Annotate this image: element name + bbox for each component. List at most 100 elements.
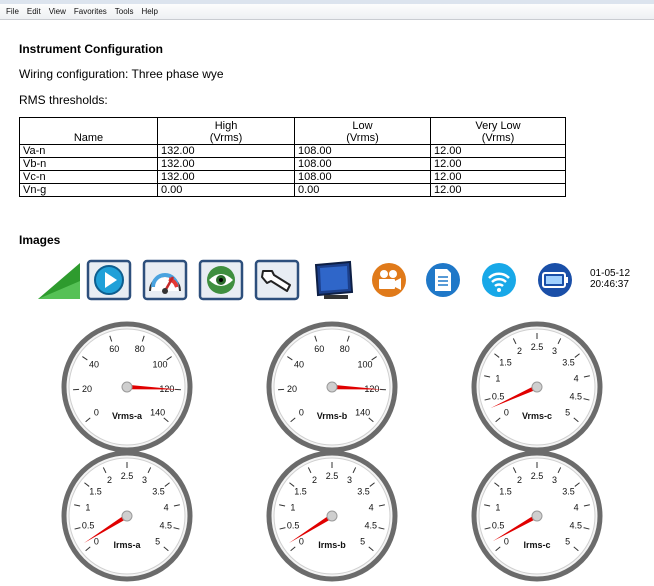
gauge-tick-label: 0.5 [492, 521, 505, 531]
gauge-tick-label: 4.5 [570, 521, 583, 531]
menu-view[interactable]: View [49, 7, 66, 16]
menu-file[interactable]: File [6, 7, 19, 16]
gauge-tick-label: 4.5 [365, 521, 378, 531]
menu-favorites[interactable]: Favorites [74, 7, 107, 16]
eye-icon[interactable] [198, 259, 244, 301]
gauge-tick-label: 2.5 [121, 471, 134, 481]
menu-edit[interactable]: Edit [27, 7, 41, 16]
gauge-tick-label: 1 [85, 503, 90, 513]
table-cell: 132.00 [157, 144, 295, 158]
gauge-needle [492, 514, 539, 542]
gauge-tick-label: 120 [159, 384, 174, 394]
gauge-face [273, 457, 391, 575]
gauge-tick [102, 467, 107, 474]
gauge-tick-label: 0 [504, 537, 509, 547]
gauge-tick-label: 4.5 [160, 521, 173, 531]
gauge-tick [573, 417, 579, 423]
gauge-tick [279, 527, 286, 530]
gauge-tick [484, 375, 491, 378]
gauge-tick-label: 5 [565, 537, 570, 547]
gauge-tick-label: 2.5 [326, 471, 339, 481]
gauge-tick [378, 504, 385, 507]
gauge-tick-label: 5 [360, 537, 365, 547]
gauge-tick [109, 335, 113, 342]
wrench-icon[interactable] [254, 259, 300, 301]
gauge-tick-label: 5 [565, 408, 570, 418]
gauge-tick-label: 1.5 [499, 486, 512, 496]
gauge-hub [531, 381, 543, 393]
gauge-tick-label: 2 [517, 346, 522, 356]
gauge-bezel [61, 321, 193, 453]
battery-icon[interactable] [532, 259, 578, 301]
gauge-tick-label: 2 [517, 475, 522, 485]
table-cell: 108.00 [294, 144, 431, 158]
gauge-tick-label: 100 [153, 359, 168, 369]
gauge-tick [279, 504, 286, 507]
gauge-tick-label: 0.5 [287, 521, 300, 531]
gauge-bezel [471, 321, 603, 453]
gauge-tick [173, 527, 180, 530]
table-cell: 0.00 [294, 183, 431, 197]
gauge-tick-label: 3 [552, 475, 557, 485]
gauge-tick-label: 0 [94, 408, 99, 418]
video-camera-icon[interactable] [366, 259, 412, 301]
table-cell: 132.00 [157, 157, 295, 171]
gauge-tick-label: 4 [164, 503, 169, 513]
table-cell: 12.00 [430, 170, 566, 184]
gauge-tick-label: 1.5 [499, 357, 512, 367]
gauge-tick-label: 3 [142, 475, 147, 485]
dial-meter-icon[interactable] [142, 259, 188, 301]
gauge-tick [289, 482, 295, 487]
col-header-name: Name [19, 117, 158, 145]
gauge-bezel [266, 450, 398, 582]
gauge-tick [85, 546, 91, 552]
gauge-tick-label: 80 [135, 344, 145, 354]
gauge-tick-label: 4 [369, 503, 374, 513]
gauge-hub [326, 510, 338, 522]
gauge-tick [85, 417, 91, 423]
gauge-tick-label: 140 [150, 408, 165, 418]
gauge-tick-label: 5 [155, 537, 160, 547]
gauge-label: Vrms-a [112, 411, 143, 421]
gauge-hub [121, 510, 133, 522]
gauge-tick [494, 353, 500, 358]
gauge-tick [557, 467, 562, 474]
gauge-tick-label: 0 [504, 408, 509, 418]
gauge-label: Irms-b [318, 540, 346, 550]
rms-thresholds-label: RMS thresholds: [19, 93, 108, 107]
document-icon[interactable] [420, 259, 466, 301]
gauge-bezel [266, 321, 398, 453]
play-icon[interactable] [86, 259, 132, 301]
menu-tools[interactable]: Tools [115, 7, 134, 16]
gauge-tick-label: 1 [495, 374, 500, 384]
wireless-icon[interactable] [476, 259, 522, 301]
rms-thresholds-table: Name High (Vrms) Low (Vrms) Very Low (Vrms)… [19, 117, 566, 197]
gauge-tick-label: 1 [495, 503, 500, 513]
table-cell: 132.00 [157, 170, 295, 184]
gauge-tick [583, 375, 590, 378]
monitor-icon[interactable] [312, 259, 358, 301]
images-heading: Images [19, 233, 61, 247]
gauge-tick-label: 3 [347, 475, 352, 485]
table-row: Vb-n 132.00 108.00 12.00 [19, 157, 566, 171]
gauge-tick-label: 3.5 [357, 486, 370, 496]
gauge-tick-label: 4 [574, 503, 579, 513]
gauge-tick [74, 527, 81, 530]
gauge-tick [290, 417, 296, 423]
menu-help[interactable]: Help [141, 7, 157, 16]
gauge-tick [141, 335, 145, 342]
gauge-tick [512, 338, 517, 345]
gauge-tick-label: 3.5 [562, 357, 575, 367]
signal-strength-icon[interactable] [36, 259, 82, 301]
menu-bar: File Edit View Favorites Tools Help [0, 0, 654, 20]
col-header-low: Low (Vrms) [294, 117, 431, 145]
gauge-tick [173, 504, 180, 507]
gauge-tick [147, 467, 152, 474]
gauge-tick-label: 3.5 [562, 486, 575, 496]
gauge-tick [82, 356, 88, 361]
gauge-tick-label: 80 [340, 344, 350, 354]
gauge-tick [369, 482, 375, 487]
col-header-high: High (Vrms) [157, 117, 295, 145]
gauge-tick-label: 4 [574, 374, 579, 384]
gauge-face [68, 328, 186, 446]
